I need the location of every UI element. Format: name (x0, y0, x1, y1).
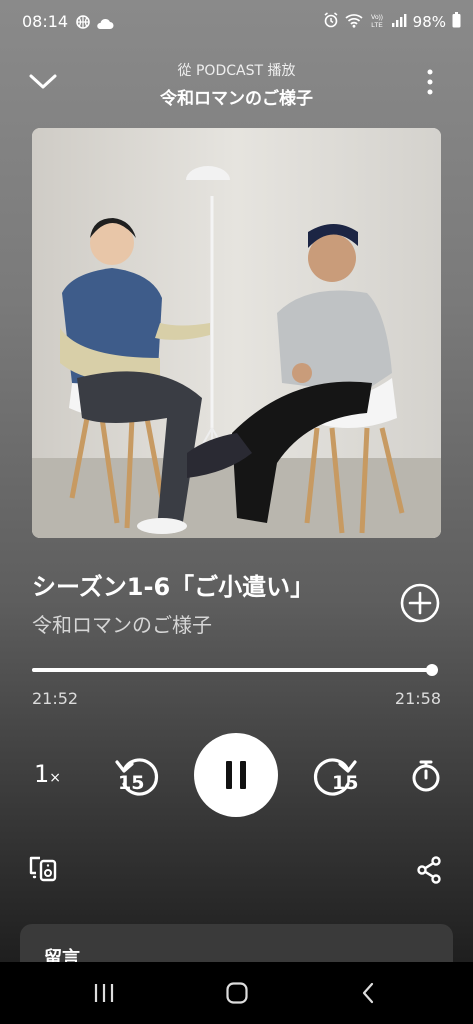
connect-device-button[interactable] (28, 853, 60, 885)
total-time: 21:58 (394, 689, 441, 708)
rewind-15-button[interactable]: 15 (112, 752, 160, 800)
status-icons: Vo)) LTE 98% (323, 12, 461, 32)
home-button[interactable] (225, 981, 249, 1009)
wifi-icon (345, 13, 363, 32)
timer-icon (412, 760, 440, 792)
status-bar: 08:14 Vo)) LTE 98% (0, 0, 473, 44)
progress-fill (32, 668, 432, 672)
recent-apps-button[interactable] (92, 982, 116, 1008)
show-name[interactable]: 令和ロマンのご様子 (32, 609, 212, 638)
volte-bottom: LTE (371, 22, 383, 28)
recent-apps-icon (94, 984, 114, 1002)
plus-circle-icon (400, 583, 440, 623)
signal-icon (391, 13, 407, 31)
system-navigation-bar (0, 962, 473, 1024)
rewind-seconds: 15 (118, 772, 145, 794)
speed-suffix: × (49, 770, 62, 786)
forward-seconds: 15 (332, 772, 359, 794)
back-button[interactable] (360, 981, 376, 1009)
battery-percent: 98% (412, 13, 446, 31)
basketball-icon (76, 14, 90, 33)
alarm-icon (323, 12, 339, 32)
episode-title[interactable]: シーズン1-6「ご小遣い」 (32, 567, 314, 602)
forward-15-button[interactable]: 15 (312, 752, 360, 800)
more-vertical-icon (427, 69, 433, 95)
episode-artwork (32, 128, 441, 538)
more-options-button[interactable] (418, 66, 442, 100)
context-subtitle: 從 PODCAST 播放 (177, 63, 296, 79)
volte-icon: Vo)) LTE (369, 12, 385, 32)
speed-value: 1 (34, 760, 50, 788)
status-time: 08:14 (22, 12, 69, 31)
share-button[interactable] (414, 855, 444, 885)
battery-icon (452, 12, 461, 32)
home-icon (226, 982, 248, 1004)
cloud-icon (96, 15, 114, 34)
pause-icon (226, 761, 232, 789)
pause-button[interactable] (194, 733, 278, 817)
playback-speed-button[interactable]: 1× (34, 760, 61, 788)
add-to-library-button[interactable] (399, 582, 441, 624)
progress-thumb[interactable] (425, 664, 438, 676)
back-chevron-icon (362, 982, 374, 1004)
context-title[interactable]: 令和ロマンのご様子 (0, 84, 473, 109)
speaker-device-icon (29, 856, 57, 882)
sleep-timer-button[interactable] (402, 752, 450, 800)
elapsed-time: 21:52 (32, 689, 79, 708)
volte-top: Vo)) (371, 14, 383, 21)
pause-icon-bar (240, 761, 246, 789)
share-icon (417, 856, 441, 884)
